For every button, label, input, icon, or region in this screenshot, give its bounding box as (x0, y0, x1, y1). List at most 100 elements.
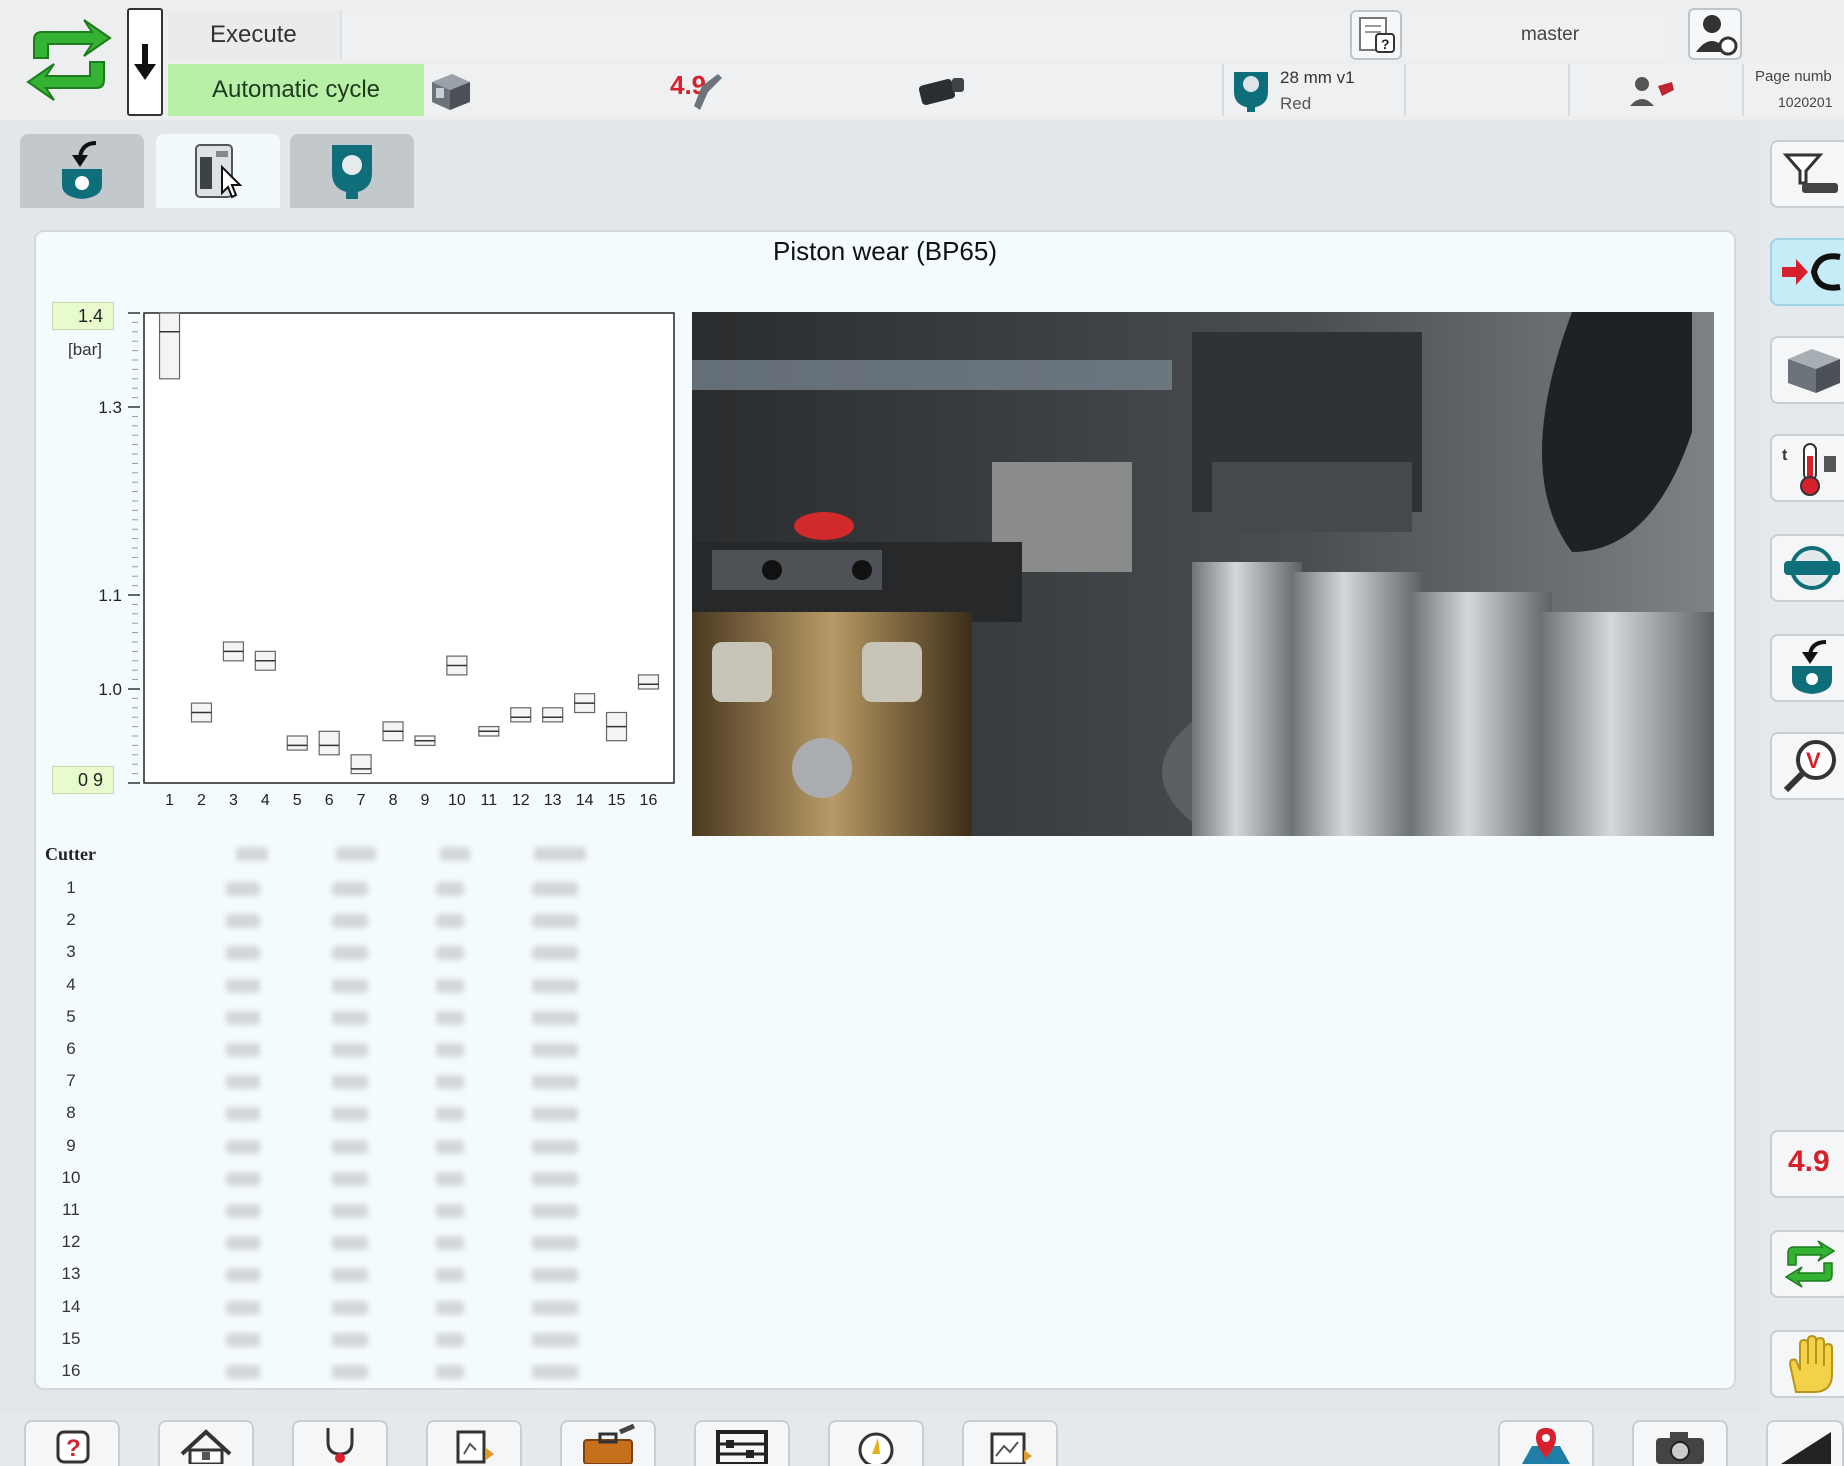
table-cell-blurred (332, 1236, 368, 1251)
svg-text:t: t (1782, 447, 1788, 464)
drill-size-button[interactable]: 4.9 (1770, 1130, 1844, 1198)
execute-label[interactable]: Execute (168, 10, 340, 60)
x-tick-label: 9 (421, 792, 430, 809)
tab-spindle[interactable] (290, 134, 414, 208)
user-account-button[interactable] (1688, 8, 1742, 60)
table-cell-blurred (332, 1332, 368, 1347)
toolbox-button[interactable] (560, 1420, 656, 1466)
valve-icon (1784, 546, 1840, 590)
table-cell-blurred (226, 1107, 260, 1122)
table-cell-blurred (436, 946, 464, 961)
svg-text:4.9: 4.9 (1788, 1145, 1830, 1178)
machine-cube-icon[interactable] (424, 66, 474, 114)
table-cell-blurred (532, 882, 578, 896)
hand-stop-button[interactable] (1770, 1330, 1844, 1398)
top-row-strip (340, 10, 1670, 60)
table-cell-blurred (532, 1171, 578, 1186)
table-cell-blurred (532, 1139, 578, 1154)
help-document-button[interactable]: ? (1350, 10, 1402, 60)
table-cell-blurred (226, 914, 260, 929)
camera-head-icon[interactable] (912, 66, 972, 114)
chart-document-button[interactable] (962, 1420, 1058, 1466)
table-cell-blurred (436, 1332, 464, 1347)
diagnostics-button[interactable] (292, 1420, 388, 1466)
tool-color-text: Red (1280, 94, 1312, 113)
y-axis-max-label: 1.4 (52, 302, 114, 330)
temperature-button[interactable]: t (1770, 434, 1844, 502)
mode-indicator[interactable]: Automatic cycle (168, 64, 424, 116)
tab-tool-change[interactable] (20, 134, 144, 208)
table-row-cutter-number: 8 (66, 1103, 76, 1123)
help-button[interactable]: ? (24, 1420, 120, 1466)
funnel-icon (1782, 153, 1838, 193)
tab-machine-cabinet[interactable] (156, 134, 280, 208)
gauge-button[interactable] (828, 1420, 924, 1466)
table-row-cutter-number: 3 (66, 942, 76, 962)
x-tick-label: 6 (325, 792, 334, 809)
sync-in-button[interactable] (1770, 238, 1844, 306)
dropdown-arrow-button[interactable] (127, 8, 163, 116)
home-button[interactable] (158, 1420, 254, 1466)
machine-cabinet-icon (195, 144, 243, 199)
help-document-icon: ? (1359, 17, 1395, 53)
x-tick-label: 5 (293, 792, 302, 809)
location-button[interactable] (1498, 1420, 1594, 1466)
box-mark (510, 707, 532, 723)
table-cell-blurred (332, 1010, 368, 1025)
table-cell-blurred (226, 978, 260, 993)
table-cell-blurred (532, 1300, 578, 1315)
funnel-button[interactable] (1770, 140, 1844, 208)
separator (1404, 64, 1406, 116)
location-pin-icon (1522, 1428, 1570, 1464)
x-tick-label: 1 (165, 792, 174, 809)
separator (1742, 64, 1744, 116)
help-icon: ? (56, 1430, 90, 1464)
table-row-cutter-number: 7 (66, 1071, 76, 1091)
diagram-icon (456, 1430, 494, 1464)
inspect-button[interactable]: V (1770, 732, 1844, 800)
table-cell-blurred (332, 1365, 368, 1379)
table-cell-blurred (332, 1139, 368, 1154)
hand-stop-icon (1788, 1334, 1833, 1393)
table-cell-blurred (332, 914, 368, 929)
abacus-icon (716, 1430, 768, 1464)
arrow-down-icon (134, 44, 156, 80)
spindle-tool-icon (1228, 66, 1274, 114)
table-row-cutter-number: 9 (66, 1135, 76, 1155)
box-mark (286, 735, 308, 751)
user-name: master (1520, 24, 1580, 45)
table-header-cell (336, 847, 376, 861)
table-cell-blurred (226, 1332, 260, 1347)
machine-button[interactable] (1770, 336, 1844, 404)
chart-doc-icon (990, 1432, 1032, 1464)
y-tick-label: 1.0 (98, 680, 122, 699)
table-row-cutter-number: 5 (66, 1006, 76, 1026)
table-cell-blurred (226, 1365, 260, 1379)
cycle-logo-icon[interactable] (14, 10, 124, 110)
y-tick-label: 1.3 (98, 398, 122, 417)
camera-button[interactable] (1632, 1420, 1728, 1466)
box-mark (350, 754, 372, 775)
machine-icon (1788, 349, 1840, 393)
tool-change-button[interactable] (1770, 634, 1844, 702)
diagram-button[interactable] (426, 1420, 522, 1466)
gauge-icon (858, 1432, 894, 1464)
table-cell-blurred (332, 1204, 368, 1218)
inspect-icon: V (1783, 740, 1836, 793)
table-cell-blurred (226, 1075, 260, 1090)
table-cell-blurred (332, 946, 368, 961)
drill-size-icon[interactable]: 4.9 (666, 66, 726, 114)
user-tools-icon[interactable] (1626, 72, 1680, 112)
table-cell-blurred (532, 978, 578, 993)
table-cell-blurred (226, 1010, 260, 1025)
svg-text:?: ? (1381, 36, 1390, 52)
cycle-button[interactable] (1770, 1230, 1844, 1298)
x-tick-label: 13 (544, 792, 562, 809)
table-cell-blurred (436, 1300, 464, 1315)
table-cell-blurred (436, 882, 464, 896)
valve-button[interactable] (1770, 534, 1844, 602)
table-cell-blurred (226, 1268, 260, 1283)
slope-button[interactable] (1766, 1420, 1844, 1466)
abacus-button[interactable] (694, 1420, 790, 1466)
table-cell-blurred (332, 1075, 368, 1090)
